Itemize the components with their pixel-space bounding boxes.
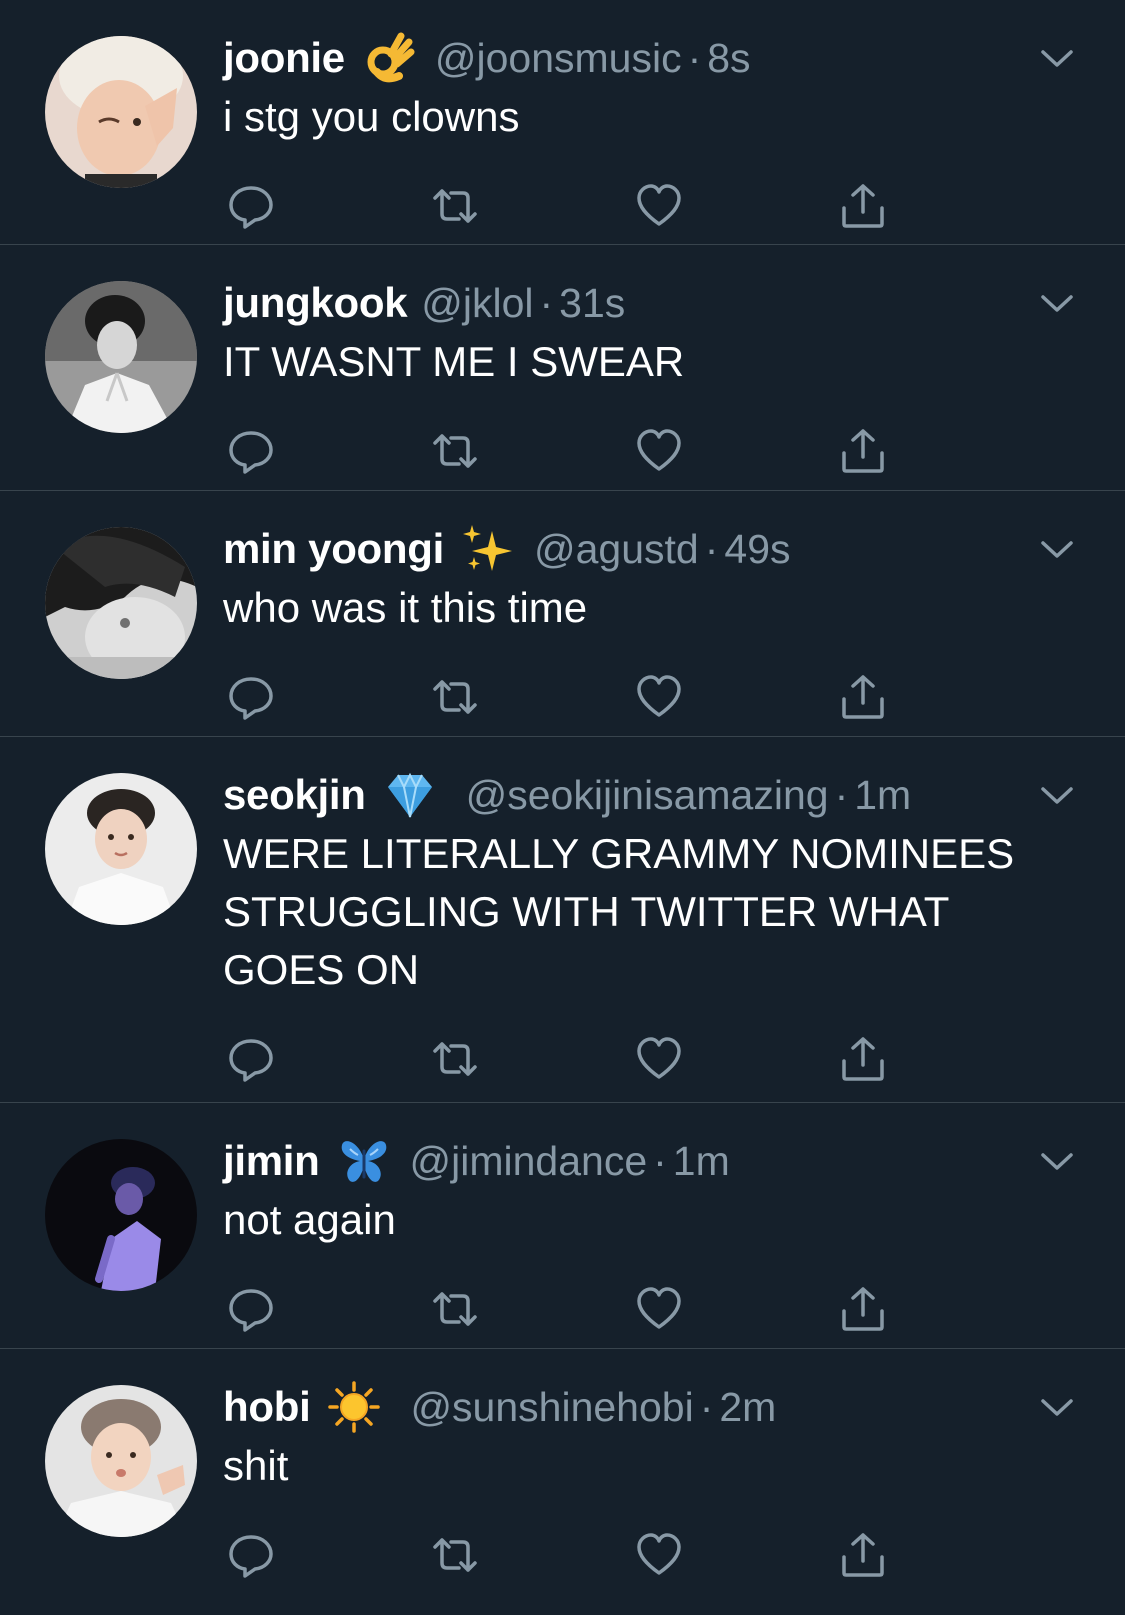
like-icon[interactable] (635, 1531, 683, 1579)
avatar[interactable] (45, 1385, 197, 1537)
chevron-down-icon[interactable] (1037, 38, 1077, 78)
reply-icon[interactable] (227, 427, 275, 475)
like-icon[interactable] (635, 1035, 683, 1083)
separator: · (704, 525, 719, 572)
chevron-down-icon[interactable] (1037, 1141, 1077, 1181)
chevron-down-icon[interactable] (1037, 775, 1077, 815)
tweet-text: WERE LITERALLY GRAMMY NOMINEES STRUGGLIN… (223, 830, 1026, 993)
avatar[interactable] (45, 773, 197, 925)
like-icon[interactable] (635, 427, 683, 475)
chevron-down-icon[interactable] (1037, 529, 1077, 569)
sparkles-emoji (462, 523, 514, 575)
tweet[interactable]: jungkook @jklol · 31s IT WASNT ME I SWEA… (0, 245, 1125, 491)
avatar[interactable] (45, 527, 197, 679)
timestamp[interactable]: 31s (559, 280, 625, 327)
tweet-text: shit (223, 1442, 289, 1489)
chevron-down-icon[interactable] (1037, 1387, 1077, 1427)
share-icon[interactable] (839, 1531, 887, 1579)
share-icon[interactable] (839, 427, 887, 475)
timestamp[interactable]: 49s (724, 526, 790, 573)
display-name[interactable]: joonie (223, 34, 345, 82)
tweet[interactable]: hobi @sunshinehobi · 2m shit (0, 1349, 1125, 1604)
display-name[interactable]: seokjin (223, 771, 366, 819)
tweet-text: IT WASNT ME I SWEAR (223, 338, 685, 385)
retweet-icon[interactable] (431, 1285, 479, 1333)
action-bar (227, 999, 1035, 1119)
reply-icon[interactable] (227, 1035, 275, 1083)
tweet[interactable]: seokjin @seokijinisamazing · 1m WERE LIT… (0, 737, 1125, 1103)
reply-icon[interactable] (227, 673, 275, 721)
handle[interactable]: @sunshinehobi (410, 1384, 693, 1431)
display-name[interactable]: hobi (223, 1383, 311, 1431)
avatar[interactable] (45, 1139, 197, 1291)
timestamp[interactable]: 1m (854, 772, 911, 819)
tweet-feed: joonie @joonsmusic · 8s i stg you clowns (0, 0, 1125, 1604)
display-name[interactable]: jungkook (223, 279, 408, 327)
share-icon[interactable] (839, 673, 887, 721)
tweet-text: who was it this time (223, 584, 588, 631)
separator: · (699, 1383, 714, 1430)
like-icon[interactable] (635, 1285, 683, 1333)
retweet-icon[interactable] (431, 1035, 479, 1083)
chevron-down-icon[interactable] (1037, 283, 1077, 323)
display-name[interactable]: min yoongi (223, 525, 444, 573)
tweet[interactable]: min yoongi @agustd · 49s who was it this… (0, 491, 1125, 737)
retweet-icon[interactable] (431, 182, 479, 230)
tweet[interactable]: jimin @jimindance · 1m not again (0, 1103, 1125, 1349)
timestamp[interactable]: 1m (673, 1138, 730, 1185)
share-icon[interactable] (839, 1035, 887, 1083)
reply-icon[interactable] (227, 182, 275, 230)
handle[interactable]: @joonsmusic (435, 35, 682, 82)
like-icon[interactable] (635, 182, 683, 230)
reply-icon[interactable] (227, 1285, 275, 1333)
handle[interactable]: @seokijinisamazing (466, 772, 829, 819)
action-bar (227, 1495, 1035, 1615)
like-icon[interactable] (635, 673, 683, 721)
tweet-text: not again (223, 1196, 396, 1243)
gem-emoji (384, 769, 436, 821)
separator: · (687, 34, 702, 81)
retweet-icon[interactable] (431, 427, 479, 475)
butterfly-emoji (338, 1135, 390, 1187)
display-name[interactable]: jimin (223, 1137, 320, 1185)
avatar[interactable] (45, 36, 197, 188)
reply-icon[interactable] (227, 1531, 275, 1579)
handle[interactable]: @jklol (421, 280, 533, 327)
retweet-icon[interactable] (431, 673, 479, 721)
tweet[interactable]: joonie @joonsmusic · 8s i stg you clowns (0, 0, 1125, 245)
separator: · (539, 279, 554, 326)
tweet-text: i stg you clowns (223, 93, 520, 140)
handle[interactable]: @agustd (534, 526, 699, 573)
timestamp[interactable]: 8s (707, 35, 750, 82)
share-icon[interactable] (839, 182, 887, 230)
share-icon[interactable] (839, 1285, 887, 1333)
avatar[interactable] (45, 281, 197, 433)
retweet-icon[interactable] (431, 1531, 479, 1579)
sun-emoji (328, 1381, 381, 1433)
separator: · (834, 771, 849, 818)
ok-hand-emoji (363, 32, 415, 84)
separator: · (653, 1137, 667, 1184)
handle[interactable]: @jimindance (410, 1138, 648, 1185)
timestamp[interactable]: 2m (719, 1384, 776, 1431)
